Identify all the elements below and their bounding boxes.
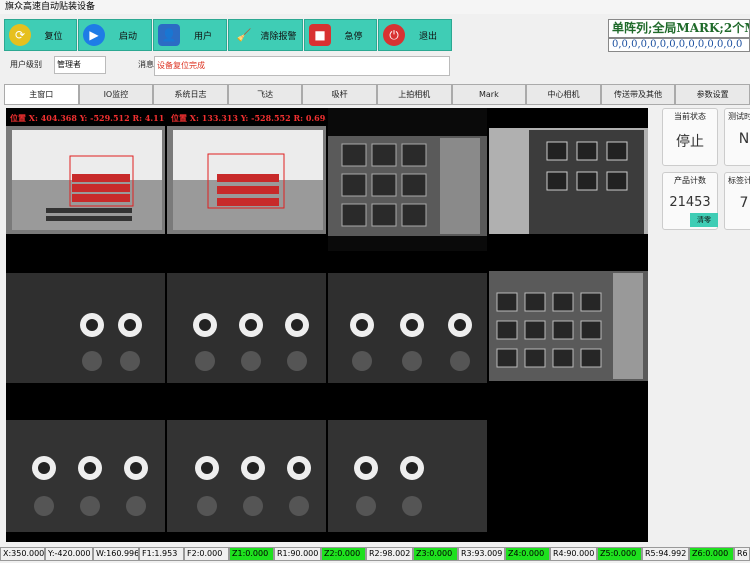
emergency-stop-label: 急停 [344, 31, 363, 42]
status-r3: R3:93.009 [458, 547, 505, 561]
product-count-value: 21453 [669, 195, 711, 210]
status-z1: Z1:0.000 [229, 547, 274, 561]
current-state-panel: 当前状态 停止 [662, 108, 718, 166]
clear-count-button[interactable]: 清零 [690, 213, 718, 227]
camera-view-10 [167, 398, 326, 541]
start-label: 启动 [118, 31, 137, 42]
test-time-value: N [738, 131, 750, 147]
camera-view-4 [489, 108, 648, 251]
camera-view-11 [328, 398, 487, 541]
status-z6: Z6:0.000 [689, 547, 734, 561]
clear-alarm-label: 清除报警 [260, 31, 297, 42]
stop-icon: ■ [309, 24, 331, 46]
reset-icon: ⟳ [9, 24, 31, 46]
mark-values-display: 0,0,0,0,0,0,0,0,0,0,0,0,0,0 [608, 38, 750, 52]
status-z4: Z4:0.000 [505, 547, 550, 561]
tab-top-camera[interactable]: 上拍相机 [376, 84, 452, 104]
status-r4: R4:90.000 [550, 547, 597, 561]
camera-view-3 [328, 108, 487, 251]
camera-2-position: 位置 X: 133.313 Y: -528.552 R: 0.698 [171, 113, 326, 123]
tab-feeder[interactable]: 飞达 [227, 84, 303, 104]
tab-io-monitor[interactable]: IO监控 [78, 84, 154, 104]
tab-bar: 主窗口 IO监控 系统日志 飞达 吸杆 上拍相机 Mark 中心相机 传送带及其… [4, 84, 750, 104]
power-icon: ⏻ [383, 24, 405, 46]
start-button[interactable]: ▶ 启动 [78, 19, 152, 51]
status-z5: Z5:0.000 [597, 547, 642, 561]
label-count-panel: 标签计数 7 [724, 172, 750, 230]
label-count-title: 标签计数 [728, 176, 750, 185]
tab-mark[interactable]: Mark [451, 84, 527, 104]
tab-nozzle[interactable]: 吸杆 [302, 84, 377, 104]
broom-icon: 🧹 [236, 28, 252, 42]
camera-view-6 [167, 253, 326, 396]
status-w: W:160.996 [93, 547, 139, 561]
window-title: 旗众高速自动贴装设备 [0, 0, 750, 14]
reset-label: 复位 [44, 31, 63, 42]
status-f1: F1:1.953 [139, 547, 184, 561]
tab-system-log[interactable]: 系统日志 [153, 84, 228, 104]
status-r5: R5:94.992 [642, 547, 689, 561]
camera-view-12 [489, 398, 648, 541]
mark-mode-display: 单阵列;全局MARK;2个MARK [608, 19, 750, 38]
camera-1-position: 位置 X: 404.368 Y: -529.512 R: 4.116 [10, 113, 165, 123]
emergency-stop-button[interactable]: ■ 急停 [304, 19, 377, 51]
test-time-panel: 测试时间 N [724, 108, 750, 166]
camera-view-8 [489, 253, 648, 396]
test-time-title: 测试时间 [728, 112, 750, 121]
user-label: 用户 [193, 31, 212, 42]
message-field: 设备复位完成 [154, 56, 450, 76]
camera-grid: 位置 X: 404.368 Y: -529.512 R: 4.116 位置 X:… [6, 108, 648, 542]
clear-alarm-button[interactable]: 🧹 清除报警 [228, 19, 303, 51]
status-r6: R6 [734, 547, 750, 561]
product-count-title: 产品计数 [674, 176, 706, 185]
current-state-title: 当前状态 [674, 112, 706, 121]
message-label: 消息 [138, 60, 154, 69]
camera-view-2: 位置 X: 133.313 Y: -528.552 R: 0.698 [167, 108, 326, 251]
user-button[interactable]: 👤 用户 [153, 19, 227, 51]
play-icon: ▶ [83, 24, 105, 46]
status-z2: Z2:0.000 [321, 547, 366, 561]
label-count-value: 7 [739, 195, 749, 211]
user-level-field: 管理者 [54, 56, 106, 74]
status-z3: Z3:0.000 [413, 547, 458, 561]
camera-view-5 [6, 253, 165, 396]
current-state-value: 停止 [676, 134, 704, 150]
tab-conveyor[interactable]: 传送带及其他 [600, 84, 676, 104]
user-level-label: 用户级别 [10, 60, 42, 69]
camera-view-1: 位置 X: 404.368 Y: -529.512 R: 4.116 [6, 108, 165, 251]
tab-center-camera[interactable]: 中心相机 [526, 84, 601, 104]
status-r2: R2:98.002 [366, 547, 413, 561]
status-r1: R1:90.000 [274, 547, 321, 561]
exit-button[interactable]: ⏻ 退出 [378, 19, 452, 51]
status-y: Y:-420.000 [45, 547, 93, 561]
reset-button[interactable]: ⟳ 复位 [4, 19, 77, 51]
status-f2: F2:0.000 [184, 547, 229, 561]
status-bar: X:350.000 Y:-420.000 W:160.996 F1:1.953 … [0, 545, 750, 563]
user-icon: 👤 [158, 24, 180, 46]
camera-view-7 [328, 253, 487, 396]
camera-view-9 [6, 398, 165, 541]
tab-main-window[interactable]: 主窗口 [4, 84, 79, 104]
exit-label: 退出 [418, 31, 437, 42]
status-x: X:350.000 [0, 547, 45, 561]
tab-parameters[interactable]: 参数设置 [675, 84, 750, 104]
